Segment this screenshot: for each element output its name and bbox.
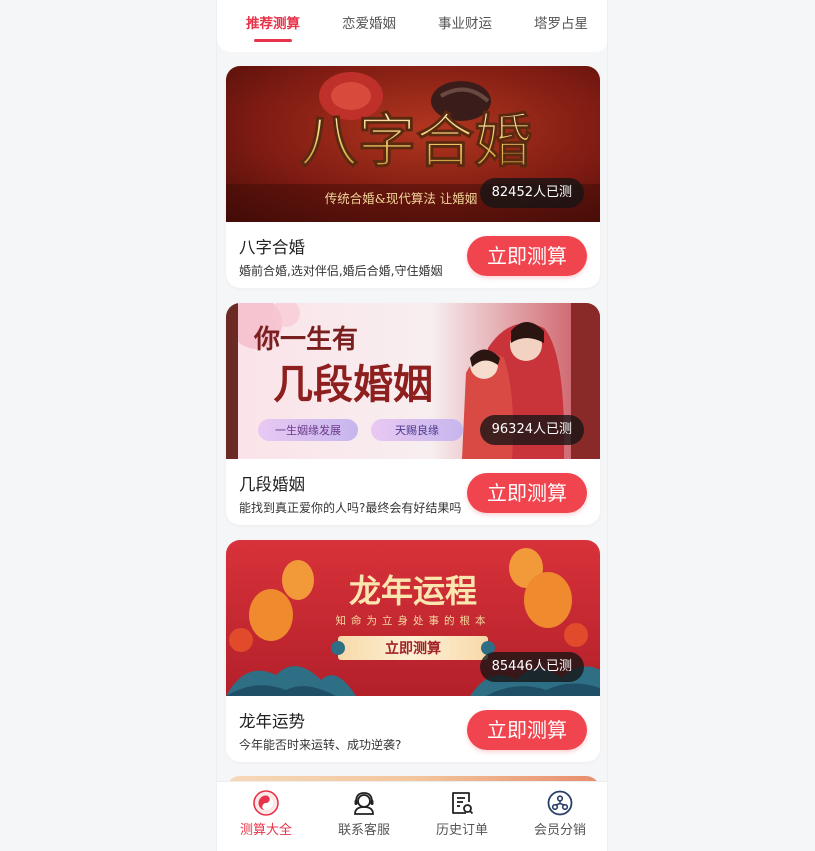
product-title: 八字合婚 (239, 238, 305, 257)
banner-title-text: 几段婚姻 (273, 361, 433, 408)
bottom-navigation: 测算大全 联系客服 历史订单 会员分销 (217, 781, 607, 851)
app-screen: 推荐测算 恋爱婚姻 事业财运 塔罗占星 八字合婚 传统合婚&现代算法 让婚姻 8… (216, 0, 608, 851)
product-card[interactable]: 龙年运程 知命为立身处事的根本 立即测算 85446人已测 龙年运势 今年能否时… (226, 540, 600, 762)
member-share-icon (547, 790, 573, 816)
product-description: 婚前合婚,选对伴侣,婚后合婚,守住婚姻 (239, 264, 443, 278)
nav-item-customer-service[interactable]: 联系客服 (315, 782, 413, 851)
nav-item-member-share[interactable]: 会员分销 (511, 782, 607, 851)
start-reading-button[interactable]: 立即测算 (467, 236, 587, 276)
banner-tag-text: 一生姻缘发展 (275, 423, 341, 437)
tab-tarot-astrology[interactable]: 塔罗占星 (513, 0, 607, 52)
category-tabs: 推荐测算 恋爱婚姻 事业财运 塔罗占星 (217, 0, 607, 52)
product-title: 几段婚姻 (239, 475, 305, 494)
product-banner[interactable]: 八字合婚 传统合婚&现代算法 让婚姻 82452人已测 (226, 66, 600, 222)
banner-subtitle-text: 传统合婚&现代算法 让婚姻 (325, 191, 478, 206)
nav-label: 会员分销 (533, 823, 586, 838)
banner-tag-text: 天赐良缘 (395, 423, 439, 437)
product-description: 能找到真正爱你的人吗?最终会有好结果吗 (239, 501, 462, 515)
nav-label: 测算大全 (239, 823, 292, 838)
start-reading-button[interactable]: 立即测算 (467, 710, 587, 750)
product-card[interactable]: 八字合婚 传统合婚&现代算法 让婚姻 82452人已测 八字合婚 婚前合婚,选对… (226, 66, 600, 288)
tested-count-badge: 82452人已测 (479, 178, 584, 208)
banner-title-text: 八字合婚 (300, 107, 532, 175)
product-banner[interactable]: 你一生有 几段婚姻 一生姻缘发展 天赐良缘 96324人已测 (226, 303, 600, 459)
tab-recommended[interactable]: 推荐测算 (225, 0, 321, 52)
nav-label: 历史订单 (435, 823, 488, 838)
yin-yang-icon (253, 790, 279, 816)
banner-title-text: 龙年运程 (349, 572, 477, 610)
nav-item-all-readings[interactable]: 测算大全 (217, 782, 315, 851)
product-card[interactable]: 你一生有 几段婚姻 一生姻缘发展 天赐良缘 96324人已测 几段婚姻 能找到真… (226, 303, 600, 525)
tab-love-marriage[interactable]: 恋爱婚姻 (321, 0, 417, 52)
start-reading-button[interactable]: 立即测算 (467, 473, 587, 513)
tab-career-wealth[interactable]: 事业财运 (417, 0, 513, 52)
product-description: 今年能否时来运转、成功逆袭? (239, 738, 402, 752)
nav-label: 联系客服 (337, 823, 390, 838)
banner-subtitle-text: 知命为立身处事的根本 (336, 614, 491, 627)
banner-title-top-text: 你一生有 (253, 325, 358, 355)
banner-button-text: 立即测算 (385, 640, 441, 657)
product-title: 龙年运势 (239, 712, 305, 731)
order-history-icon (452, 792, 474, 815)
tested-count-badge: 85446人已测 (479, 652, 584, 682)
customer-service-icon (354, 792, 374, 815)
tested-count-badge: 96324人已测 (479, 415, 584, 445)
nav-item-order-history[interactable]: 历史订单 (413, 782, 511, 851)
product-banner[interactable]: 龙年运程 知命为立身处事的根本 立即测算 85446人已测 (226, 540, 600, 696)
